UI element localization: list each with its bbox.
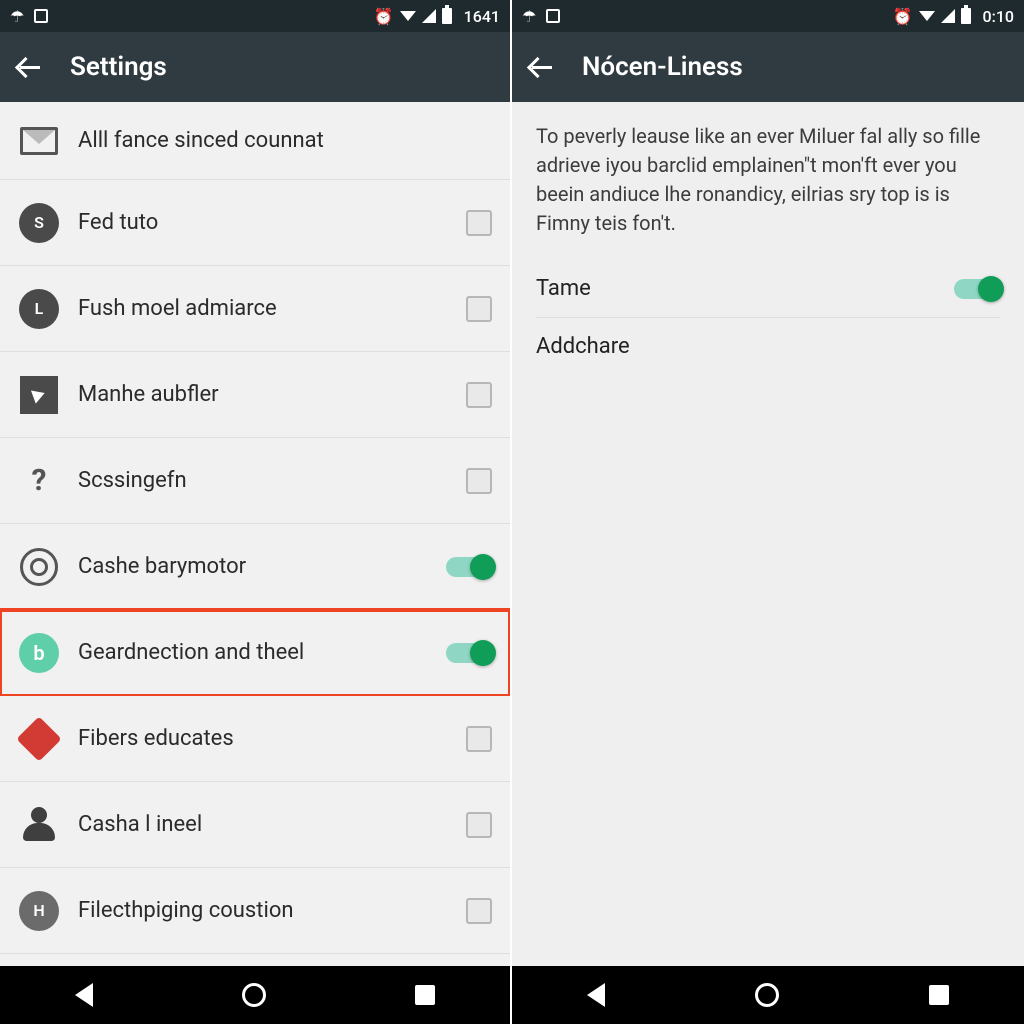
status-time: 0:10 — [983, 7, 1015, 26]
detail-row-label: Tame — [536, 276, 591, 301]
settings-row-label: Geardnection and theel — [78, 640, 446, 665]
settings-row-label: Alll fance sinced counnat — [78, 128, 492, 153]
switch-toggle[interactable] — [446, 643, 492, 663]
send-icon — [18, 374, 60, 416]
status-bar: ☂ ⏰ 1641 — [0, 0, 510, 32]
settings-row[interactable]: Casha l ineel — [0, 782, 510, 868]
umbrella-icon: ☂ — [10, 7, 24, 26]
checkbox[interactable] — [466, 812, 492, 838]
checkbox[interactable] — [466, 468, 492, 494]
detail-row-label: Addchare — [536, 334, 630, 359]
signal-icon — [422, 9, 436, 23]
checkbox[interactable] — [466, 898, 492, 924]
circle-b-icon: b — [18, 632, 60, 674]
screen-settings: ☂ ⏰ 1641 Settings Alll fance sinced coun… — [0, 0, 512, 1024]
settings-row[interactable]: L Fush moel admiarce — [0, 266, 510, 352]
detail-body: To peverly leause like an ever Miluer fa… — [512, 102, 1024, 966]
signal-icon — [941, 9, 955, 23]
settings-row[interactable]: Alll fance sinced counnat — [0, 102, 510, 180]
nav-back-button[interactable] — [75, 983, 93, 1007]
detail-description: To peverly leause like an ever Miluer fa… — [536, 122, 1000, 238]
settings-row-label: Casha l ineel — [78, 812, 466, 837]
checkbox[interactable] — [466, 726, 492, 752]
checkbox[interactable] — [466, 382, 492, 408]
battery-icon — [442, 8, 452, 24]
wifi-icon — [919, 11, 935, 21]
settings-row-label: Fush moel admiarce — [78, 296, 466, 321]
nav-back-button[interactable] — [587, 983, 605, 1007]
umbrella-icon: ☂ — [522, 7, 536, 26]
settings-list: Alll fance sinced counnat S Fed tuto L Fush … — [0, 102, 510, 966]
status-bar: ☂ ⏰ 0:10 — [512, 0, 1024, 32]
tag-icon — [18, 718, 60, 760]
nav-recent-button[interactable] — [415, 985, 435, 1005]
mail-icon — [18, 120, 60, 162]
switch-toggle[interactable] — [954, 279, 1000, 299]
checkbox[interactable] — [466, 296, 492, 322]
nav-home-button[interactable] — [755, 983, 779, 1007]
settings-row[interactable]: b Geardnection and theel — [0, 610, 510, 696]
alarm-icon: ⏰ — [893, 7, 913, 26]
checkbox[interactable] — [466, 210, 492, 236]
settings-row[interactable]: H Filecthpiging coustion — [0, 868, 510, 954]
nav-bar — [512, 966, 1024, 1024]
back-button[interactable] — [528, 54, 554, 80]
nav-recent-button[interactable] — [929, 985, 949, 1005]
status-time: 1641 — [464, 7, 500, 26]
app-bar: Settings — [0, 32, 510, 102]
settings-row-label: Filecthpiging coustion — [78, 898, 466, 923]
detail-row[interactable]: Tame — [536, 260, 1000, 318]
card-icon — [34, 9, 48, 23]
settings-row-label: Scssingefn — [78, 468, 466, 493]
settings-row[interactable]: S Fed tuto — [0, 180, 510, 266]
circle-h-icon: H — [18, 890, 60, 932]
wifi-icon — [400, 11, 416, 21]
settings-row-label: Manhe aubfler — [78, 382, 466, 407]
target-icon — [18, 546, 60, 588]
screen-detail: ☂ ⏰ 0:10 Nócen-Liness To peverly leause … — [512, 0, 1024, 1024]
back-button[interactable] — [16, 54, 42, 80]
person-icon — [18, 804, 60, 846]
page-title: Settings — [70, 52, 167, 82]
settings-row-label: Cashe barymotor — [78, 554, 446, 579]
settings-row-label: Fibers educates — [78, 726, 466, 751]
circle-s-icon: S — [18, 202, 60, 244]
battery-icon — [961, 8, 971, 24]
nav-home-button[interactable] — [242, 983, 266, 1007]
circle-l-icon: L — [18, 288, 60, 330]
alarm-icon: ⏰ — [374, 7, 394, 26]
settings-row[interactable]: Cashe barymotor — [0, 524, 510, 610]
app-bar: Nócen-Liness — [512, 32, 1024, 102]
question-icon: ? — [18, 460, 60, 502]
settings-row[interactable]: ? Scssingefn — [0, 438, 510, 524]
page-title: Nócen-Liness — [582, 52, 743, 82]
settings-row[interactable]: Fibers educates — [0, 696, 510, 782]
card-icon — [546, 9, 560, 23]
settings-row[interactable]: Manhe aubfler — [0, 352, 510, 438]
settings-row-label: Fed tuto — [78, 210, 466, 235]
switch-toggle[interactable] — [446, 557, 492, 577]
nav-bar — [0, 966, 510, 1024]
detail-row[interactable]: Addchare — [536, 318, 1000, 375]
